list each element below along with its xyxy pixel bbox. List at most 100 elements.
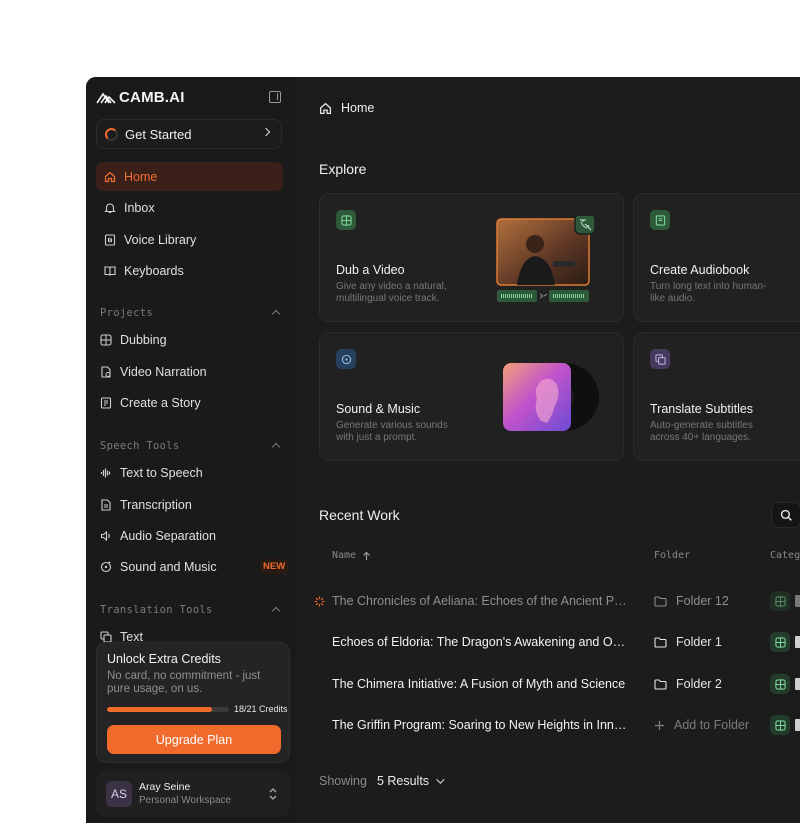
sidebar-item-home[interactable]: Home <box>96 162 283 191</box>
music-icon <box>100 561 112 573</box>
sidebar-item-video-narration[interactable]: Video Narration <box>100 362 207 382</box>
table-row[interactable]: The Chimera Initiative: A Fusion of Myth… <box>299 665 800 705</box>
sidebar-item-label: Audio Separation <box>120 529 216 543</box>
user-name: Aray Seine <box>139 781 191 793</box>
dubbing-icon <box>100 334 112 346</box>
brand-logo[interactable]: CAMB.AI <box>96 89 185 106</box>
sidebar-item-audio-separation[interactable]: Audio Separation <box>100 526 216 546</box>
sidebar-item-label: Inbox <box>124 200 155 215</box>
card-description: Auto-generate subtitles across 40+ langu… <box>650 420 753 443</box>
column-header-category[interactable]: Categ <box>770 550 800 561</box>
add-to-folder-button[interactable]: Add to Folder <box>654 718 749 732</box>
results-count-label: 5 Results <box>376 774 430 788</box>
explore-card-translate-subtitles[interactable]: Translate Subtitles Auto-generate subtit… <box>633 332 800 461</box>
table-row[interactable]: The Griffin Program: Soaring to New Heig… <box>299 706 800 746</box>
speech-tools-collapse-chevron-icon[interactable] <box>271 442 281 452</box>
category-label-cropped <box>795 636 800 648</box>
explore-card-sound-music[interactable]: Sound & Music Generate various sounds wi… <box>319 332 624 461</box>
video-thumbnail-illustration <box>496 216 595 302</box>
credits-card: Unlock Extra Credits No card, no commitm… <box>96 642 290 763</box>
sidebar-item-label: Home <box>124 169 158 184</box>
recent-work-heading: Recent Work <box>319 507 400 523</box>
results-footer: Showing 5 Results <box>319 774 445 788</box>
card-description: Give any video a natural, multilingual v… <box>336 281 447 304</box>
sidebar-item-keyboards[interactable]: Keyboards <box>96 256 283 285</box>
sidebar-item-sound-and-music[interactable]: Sound and Music NEW <box>100 557 290 577</box>
upgrade-plan-button[interactable]: Upgrade Plan <box>107 725 281 754</box>
sidebar-item-text-to-speech[interactable]: Text to Speech <box>100 463 203 483</box>
avatar: AS <box>106 781 132 807</box>
folder-label: Folder 2 <box>676 677 722 691</box>
folder-icon <box>654 595 667 607</box>
row-name: The Chimera Initiative: A Fusion of Myth… <box>332 677 626 691</box>
explore-heading: Explore <box>319 161 367 177</box>
column-name-label: Name <box>332 550 357 561</box>
waveform-icon <box>100 467 112 479</box>
credits-progress-fill <box>107 707 212 712</box>
sort-arrow-up-icon <box>363 551 371 560</box>
search-button[interactable] <box>771 502 800 528</box>
chevron-right-icon <box>261 127 271 137</box>
workspace-switcher[interactable]: AS Aray Seine Personal Workspace <box>96 771 290 817</box>
breadcrumb: Home <box>319 101 374 115</box>
folder-icon <box>654 678 667 690</box>
story-icon <box>100 397 112 409</box>
folder-label: Folder 1 <box>676 635 722 649</box>
category-label-cropped <box>795 595 800 607</box>
sidebar-collapse-icon[interactable] <box>269 91 281 103</box>
chevron-down-icon <box>436 775 445 784</box>
speech-tools-section-label: Speech Tools <box>100 440 180 452</box>
main-content: Home Explore Dub a Video Give any video … <box>299 77 800 823</box>
sidebar-item-create-story[interactable]: Create a Story <box>100 393 201 413</box>
credits-progress-label: 18/21 Credits <box>234 704 288 714</box>
table-row[interactable]: The Chronicles of Aeliana: Echoes of the… <box>299 582 800 622</box>
translation-tools-section-label: Translation Tools <box>100 604 213 616</box>
brand-name: CAMB.AI <box>119 89 185 106</box>
sidebar-item-dubbing[interactable]: Dubbing <box>100 330 167 350</box>
sidebar-item-voice-library[interactable]: Voice Library <box>96 225 283 254</box>
card-title: Dub a Video <box>336 263 405 277</box>
row-folder[interactable]: Folder 1 <box>654 635 722 649</box>
explore-card-dub-video[interactable]: Dub a Video Give any video a natural, mu… <box>319 193 624 322</box>
get-started-button[interactable]: Get Started <box>96 119 282 149</box>
row-folder[interactable]: Folder 2 <box>654 677 722 691</box>
search-icon <box>780 509 792 521</box>
get-started-label: Get Started <box>125 126 192 142</box>
home-icon <box>319 102 332 114</box>
document-icon <box>100 499 112 511</box>
card-title: Sound & Music <box>336 402 421 416</box>
row-name: The Griffin Program: Soaring to New Heig… <box>332 718 627 732</box>
column-folder-label: Folder <box>654 550 691 561</box>
folder-label: Folder 12 <box>676 594 729 608</box>
sidebar-item-label: Video Narration <box>120 365 207 379</box>
sidebar-item-transcription[interactable]: Transcription <box>100 495 192 515</box>
card-title: Create Audiobook <box>650 263 750 277</box>
projects-collapse-chevron-icon[interactable] <box>271 309 281 319</box>
card-description: Generate various sounds with just a prom… <box>336 420 448 443</box>
table-row[interactable]: Echoes of Eldoria: The Dragon's Awakenin… <box>299 623 800 663</box>
results-count-dropdown[interactable]: 5 Results <box>376 774 445 788</box>
row-name: The Chronicles of Aeliana: Echoes of the… <box>332 594 627 608</box>
app-window: CAMB.AI Get Started Home Inbox Voice Lib… <box>86 77 800 823</box>
breadcrumb-home[interactable]: Home <box>341 101 374 115</box>
translation-tools-collapse-chevron-icon[interactable] <box>271 606 281 616</box>
credits-title: Unlock Extra Credits <box>107 652 221 666</box>
category-label-cropped <box>795 719 800 731</box>
showing-label: Showing <box>319 774 367 788</box>
processing-spinner-icon <box>314 596 325 607</box>
column-header-name[interactable]: Name <box>332 550 371 561</box>
voice-library-icon <box>104 233 116 246</box>
video-narration-icon <box>100 366 112 378</box>
explore-card-create-audiobook[interactable]: Create Audiobook Turn long text into hum… <box>633 193 800 322</box>
sidebar-item-inbox[interactable]: Inbox <box>96 193 283 222</box>
card-description: Turn long text into human-like audio. <box>650 281 767 304</box>
sidebar-item-label: Voice Library <box>124 232 197 247</box>
category-dubbing-icon <box>770 674 790 694</box>
column-category-label: Categ <box>770 550 800 561</box>
home-icon <box>104 171 116 183</box>
sidebar: CAMB.AI Get Started Home Inbox Voice Lib… <box>86 77 298 823</box>
sound-icon <box>336 349 356 369</box>
progress-ring-icon <box>105 127 118 141</box>
row-folder[interactable]: Folder 12 <box>654 594 729 608</box>
column-header-folder[interactable]: Folder <box>654 550 690 561</box>
